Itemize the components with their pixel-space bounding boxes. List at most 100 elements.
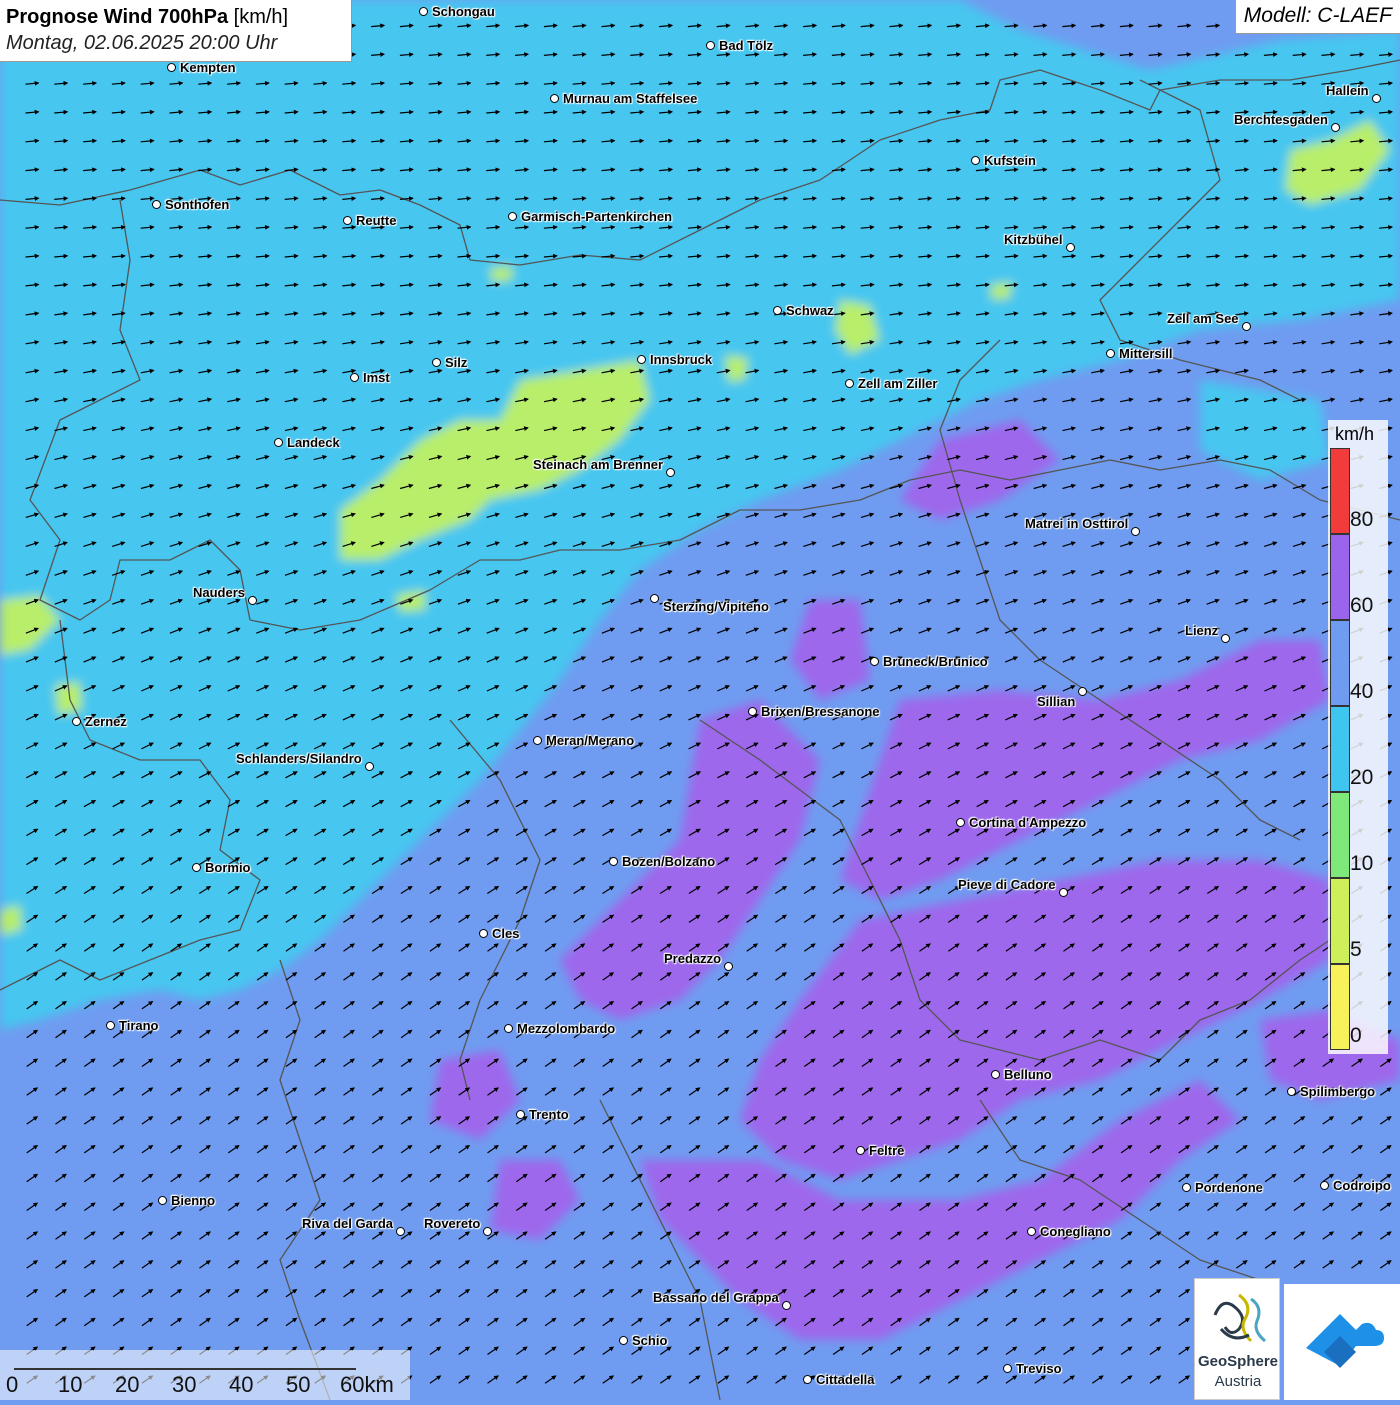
city-marker <box>396 1227 405 1236</box>
legend-label: 20 <box>1350 766 1374 789</box>
color-legend: km/h 80 60 40 20 10 5 0 <box>1328 420 1388 1054</box>
legend-swatch-60 <box>1330 534 1350 620</box>
city-marker <box>1003 1364 1012 1373</box>
city-label: Tirano <box>119 1018 159 1033</box>
city-marker <box>1331 123 1340 132</box>
city-label: Lienz <box>1185 623 1219 638</box>
title-box: Prognose Wind 700hPa [km/h] Montag, 02.0… <box>0 0 352 62</box>
city-marker <box>1242 322 1251 331</box>
cloud-arrow-icon <box>1306 1314 1384 1368</box>
city-marker <box>72 717 81 726</box>
scale-label: 50 <box>286 1372 311 1397</box>
area-5-20-kmh <box>725 355 748 382</box>
city-label: Matrei in Osttirol <box>1025 516 1129 531</box>
legend-label: 80 <box>1350 508 1374 531</box>
city-label: Imst <box>363 370 390 385</box>
city-label: Riva del Garda <box>302 1216 394 1231</box>
city-label: Silz <box>445 355 468 370</box>
city-marker <box>550 94 559 103</box>
city-marker <box>533 736 542 745</box>
city-marker <box>483 1227 492 1236</box>
legend-label: 0 <box>1350 1024 1362 1047</box>
legend-swatch-10 <box>1330 792 1350 878</box>
city-marker <box>479 929 488 938</box>
city-marker <box>845 379 854 388</box>
scale-label: 60km <box>340 1372 394 1397</box>
scale-label: 10 <box>58 1372 83 1397</box>
city-label: Bruneck/Brunico <box>883 654 988 669</box>
geosphere-logo[interactable]: GeoSphere Austria <box>1194 1278 1280 1400</box>
city-marker <box>419 7 428 16</box>
model-label: Modell: C-LAEF <box>1234 0 1400 34</box>
city-label: Kufstein <box>984 153 1036 168</box>
legend-label: 5 <box>1350 938 1362 961</box>
city-label: Belluno <box>1004 1067 1052 1082</box>
city-label: Conegliano <box>1040 1224 1111 1239</box>
scale-label: 30 <box>172 1372 197 1397</box>
city-marker <box>803 1375 812 1384</box>
legend-swatch-0 <box>1330 964 1350 1050</box>
city-marker <box>350 373 359 382</box>
area-5-20-kmh <box>490 266 512 282</box>
city-marker <box>1106 349 1115 358</box>
city-label: Brixen/Bressanone <box>761 704 880 719</box>
city-marker <box>1372 94 1381 103</box>
scale-label: 20 <box>115 1372 140 1397</box>
city-label: Garmisch-Partenkirchen <box>521 209 673 224</box>
city-marker <box>1059 888 1068 897</box>
city-label: Cittadella <box>816 1372 875 1387</box>
city-label: Schlanders/Silandro <box>236 751 362 766</box>
city-label: Nauders <box>193 585 246 600</box>
city-marker <box>724 962 733 971</box>
city-label: Mittersill <box>1119 346 1173 361</box>
city-label: Reutte <box>356 213 397 228</box>
city-label: Rovereto <box>424 1216 481 1231</box>
city-marker <box>856 1146 865 1155</box>
city-marker <box>152 200 161 209</box>
city-marker <box>1131 527 1140 536</box>
legend-swatch-80 <box>1330 448 1350 534</box>
partner-logo[interactable] <box>1284 1284 1400 1400</box>
city-label: Sonthofen <box>165 197 230 212</box>
area-5-20-kmh <box>0 905 22 935</box>
city-label: Kitzbühel <box>1004 232 1063 247</box>
city-label: Zell am Ziller <box>858 376 938 391</box>
city-label: Sillian <box>1037 694 1076 709</box>
city-label: Predazzo <box>664 951 722 966</box>
city-marker <box>619 1336 628 1345</box>
city-label: Murnau am Staffelsee <box>563 91 698 106</box>
city-marker <box>274 438 283 447</box>
city-marker <box>1066 243 1075 252</box>
city-label: Codroipo <box>1333 1178 1391 1193</box>
city-marker <box>508 212 517 221</box>
city-marker <box>106 1021 115 1030</box>
legend-swatch-20 <box>1330 706 1350 792</box>
city-label: Zell am See <box>1167 311 1239 326</box>
forecast-date: Montag, 02.06.2025 20:00 Uhr <box>6 32 278 54</box>
city-marker <box>666 468 675 477</box>
city-marker <box>343 216 352 225</box>
city-label: Bozen/Bolzano <box>622 854 716 869</box>
city-label: Zernez <box>85 714 127 729</box>
city-marker <box>870 657 879 666</box>
city-label: Kempten <box>180 60 236 75</box>
city-label: Pieve di Cadore <box>958 877 1056 892</box>
city-marker <box>248 596 257 605</box>
city-marker <box>782 1301 791 1310</box>
city-label: Bienno <box>171 1193 216 1208</box>
scale-line <box>14 1358 356 1370</box>
city-marker <box>706 41 715 50</box>
city-marker <box>158 1196 167 1205</box>
logo-name: GeoSphere <box>1197 1353 1279 1370</box>
city-label: Schio <box>632 1333 668 1348</box>
legend-swatch-5 <box>1330 878 1350 964</box>
city-marker <box>773 306 782 315</box>
city-marker <box>1320 1181 1329 1190</box>
city-marker <box>637 355 646 364</box>
city-label: Hallein <box>1326 83 1369 98</box>
city-label: Sterzing/Vipiteno <box>663 599 769 614</box>
city-marker <box>650 594 659 603</box>
legend-label: 10 <box>1350 852 1374 875</box>
legend-label: 40 <box>1350 680 1374 703</box>
city-label: Bormio <box>205 860 251 875</box>
